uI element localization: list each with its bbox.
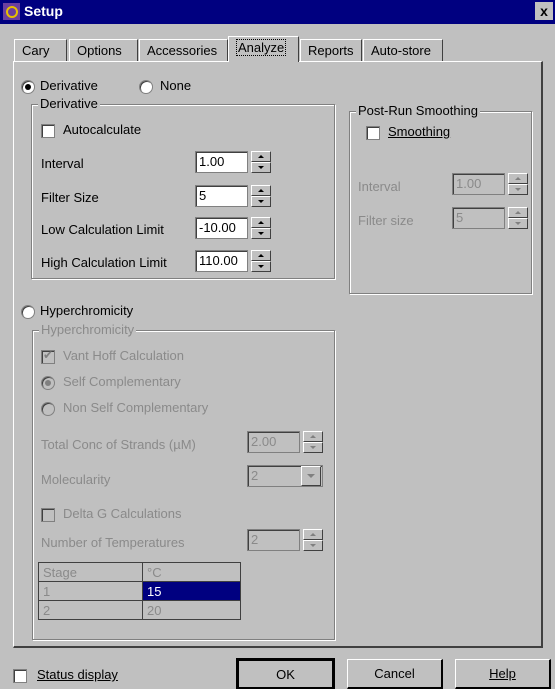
status-display-label: Status display (37, 667, 118, 682)
interval-spinner[interactable] (251, 151, 271, 173)
checkmark-icon: ✔ (43, 348, 54, 362)
non-self-complementary-radio[interactable] (41, 402, 55, 416)
delta-g-checkbox[interactable] (41, 508, 55, 522)
title-bar: Setup x (0, 0, 555, 24)
low-limit-label: Low Calculation Limit (41, 222, 164, 237)
low-limit-spinner[interactable] (251, 217, 271, 239)
table-cell[interactable]: 15 (142, 581, 241, 601)
table-cell[interactable]: 20 (142, 600, 241, 620)
none-radio[interactable] (139, 80, 153, 94)
vant-hoff-label: Vant Hoff Calculation (63, 348, 184, 363)
vant-hoff-checkbox[interactable]: ✔ (41, 348, 55, 364)
autocalculate-label: Autocalculate (63, 122, 142, 137)
derivative-radio[interactable] (21, 80, 35, 94)
hyperchromicity-group-label: Hyperchromicity (39, 322, 137, 337)
table-cell: 1 (38, 581, 143, 601)
temperatures-table[interactable]: Stage °C 1 15 2 20 (38, 562, 241, 620)
help-button-label: Help (489, 666, 516, 681)
table-header-row: Stage °C (38, 562, 241, 582)
autocalculate-checkbox[interactable] (41, 124, 55, 138)
close-icon[interactable]: x (535, 2, 553, 20)
tab-reports[interactable]: Reports (300, 39, 362, 61)
high-limit-spinner[interactable] (251, 250, 271, 272)
smoothing-label: Smoothing (388, 124, 451, 139)
smoothing-filter-label: Filter size (358, 213, 414, 228)
table-row[interactable]: 1 15 (38, 581, 241, 601)
num-temps-label: Number of Temperatures (41, 535, 185, 550)
tab-auto-store[interactable]: Auto-store (363, 39, 443, 61)
high-limit-input[interactable]: 110.00 (195, 250, 248, 272)
num-temps-input[interactable]: 2 (247, 529, 300, 551)
hyperchromicity-radio-label: Hyperchromicity (40, 303, 134, 318)
interval-label: Interval (41, 156, 84, 171)
table-header-cell: °C (142, 562, 241, 582)
status-display-checkbox[interactable] (13, 669, 27, 683)
num-temps-spinner[interactable] (303, 529, 323, 551)
self-complementary-radio[interactable] (41, 376, 55, 390)
tab-accessories[interactable]: Accessories (139, 39, 228, 61)
total-conc-label: Total Conc of Strands (µM) (41, 437, 196, 452)
smoothing-group-label: Post-Run Smoothing (356, 103, 480, 118)
derivative-group-label: Derivative (38, 96, 100, 111)
molecularity-label: Molecularity (41, 472, 111, 487)
tab-cary[interactable]: Cary (14, 39, 67, 61)
table-cell: 2 (38, 600, 143, 620)
high-limit-label: High Calculation Limit (41, 255, 167, 270)
help-button[interactable]: Help (455, 659, 551, 689)
interval-input[interactable]: 1.00 (195, 151, 248, 173)
smoothing-filter-input[interactable]: 5 (452, 207, 505, 229)
table-header-cell: Stage (38, 562, 143, 582)
total-conc-input[interactable]: 2.00 (247, 431, 300, 453)
window-title: Setup (24, 3, 63, 19)
none-radio-label: None (160, 78, 192, 93)
smoothing-checkbox[interactable] (366, 126, 380, 140)
smoothing-interval-input[interactable]: 1.00 (452, 173, 505, 195)
filter-size-input[interactable]: 5 (195, 185, 248, 207)
tab-options[interactable]: Options (69, 39, 138, 61)
non-self-complementary-label: Non Self Complementary (63, 400, 209, 415)
filter-size-spinner[interactable] (251, 185, 271, 207)
smoothing-interval-label: Interval (358, 179, 401, 194)
app-icon (3, 3, 20, 20)
cancel-button[interactable]: Cancel (347, 659, 443, 689)
smoothing-interval-spinner[interactable] (508, 173, 528, 195)
hyperchromicity-radio[interactable] (21, 305, 35, 319)
tab-analyze-label: Analyze (236, 39, 287, 56)
filter-size-label: Filter Size (41, 190, 99, 205)
total-conc-spinner[interactable] (303, 431, 323, 453)
low-limit-input[interactable]: -10.00 (195, 217, 248, 239)
ok-button[interactable]: OK (236, 658, 335, 689)
derivative-radio-label: Derivative (40, 78, 98, 93)
smoothing-filter-spinner[interactable] (508, 207, 528, 229)
tab-analyze[interactable]: Analyze (228, 36, 299, 62)
delta-g-label: Delta G Calculations (63, 506, 182, 521)
self-complementary-label: Self Complementary (63, 374, 181, 389)
chevron-down-icon[interactable] (301, 466, 321, 486)
table-row[interactable]: 2 20 (38, 600, 241, 620)
